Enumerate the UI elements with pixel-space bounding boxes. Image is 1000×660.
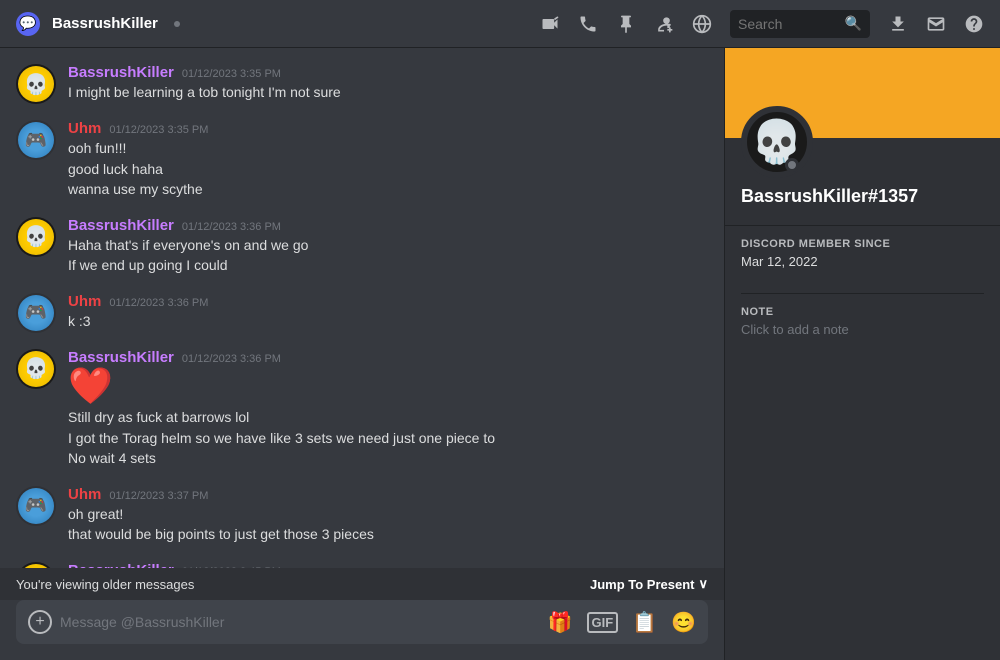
message-timestamp: 01/12/2023 3:37 PM bbox=[109, 490, 208, 502]
gift-icon[interactable]: 🎁 bbox=[548, 610, 573, 635]
pin-icon[interactable] bbox=[616, 14, 636, 34]
message-input[interactable] bbox=[60, 614, 540, 630]
dm-settings-icon[interactable] bbox=[692, 14, 712, 34]
message-header: BassrushKiller 01/12/2023 3:36 PM bbox=[68, 349, 708, 366]
search-bar[interactable]: 🔍 bbox=[730, 10, 870, 38]
avatar: 💀 bbox=[16, 217, 56, 257]
profile-status-dot bbox=[785, 158, 799, 172]
search-input[interactable] bbox=[738, 16, 837, 32]
chevron-down-icon: ∨ bbox=[698, 576, 708, 592]
member-since-label: DISCORD MEMBER SINCE bbox=[741, 238, 984, 250]
messages-list: 💀 BassrushKiller 01/12/2023 3:35 PM I mi… bbox=[0, 48, 724, 568]
older-messages-bar: You're viewing older messages Jump To Pr… bbox=[0, 568, 724, 600]
profile-info: BassrushKiller#1357 bbox=[725, 178, 1000, 226]
main-content: 💀 BassrushKiller 01/12/2023 3:35 PM I mi… bbox=[0, 48, 1000, 660]
message-header: BassrushKiller 01/12/2023 3:35 PM bbox=[68, 64, 708, 81]
message-content: Uhm 01/12/2023 3:35 PM ooh fun!!! good l… bbox=[68, 120, 708, 201]
message-group: 💀 BassrushKiller 01/12/2023 3:36 PM Haha… bbox=[16, 217, 708, 277]
message-text: ❤️ Still dry as fuck at barrows lol I go… bbox=[68, 368, 708, 469]
message-text: oh great! that would be big points to ju… bbox=[68, 505, 708, 545]
add-member-icon[interactable] bbox=[654, 14, 674, 34]
chat-area: 💀 BassrushKiller 01/12/2023 3:35 PM I mi… bbox=[0, 48, 724, 660]
message-group: 🎮 Uhm 01/12/2023 3:35 PM ooh fun!!! good… bbox=[16, 120, 708, 201]
message-header: Uhm 01/12/2023 3:36 PM bbox=[68, 293, 708, 310]
message-text: I might be learning a tob tonight I'm no… bbox=[68, 83, 708, 103]
message-content: Uhm 01/12/2023 3:37 PM oh great! that wo… bbox=[68, 486, 708, 546]
message-timestamp: 01/12/2023 3:35 PM bbox=[109, 124, 208, 136]
message-author: Uhm bbox=[68, 120, 101, 137]
note-section: NOTE Click to add a note bbox=[725, 306, 1000, 337]
input-bar: + 🎁 GIF 📋 😊 bbox=[0, 600, 724, 660]
message-group: 💀 BassrushKiller 01/12/2023 3:35 PM I mi… bbox=[16, 64, 708, 104]
avatar: 💀 bbox=[16, 349, 56, 389]
channel-name: BassrushKiller bbox=[52, 15, 158, 32]
avatar: 🎮 bbox=[16, 486, 56, 526]
message-input-container: + 🎁 GIF 📋 😊 bbox=[16, 600, 708, 644]
call-icon[interactable] bbox=[578, 14, 598, 34]
message-timestamp: 01/12/2023 3:35 PM bbox=[182, 68, 281, 80]
message-content: Uhm 01/12/2023 3:36 PM k :3 bbox=[68, 293, 708, 333]
nitro-sticker-icon[interactable]: 📋 bbox=[632, 610, 657, 635]
header: 💬 BassrushKiller bbox=[0, 0, 1000, 48]
message-author: Uhm bbox=[68, 293, 101, 310]
message-author: BassrushKiller bbox=[68, 217, 174, 234]
message-text: Haha that's if everyone's on and we go I… bbox=[68, 236, 708, 276]
profile-username: BassrushKiller#1357 bbox=[741, 186, 984, 207]
message-timestamp: 01/12/2023 3:36 PM bbox=[109, 297, 208, 309]
message-header: BassrushKiller 01/12/2023 3:36 PM bbox=[68, 217, 708, 234]
avatar: 💀 bbox=[16, 562, 56, 568]
message-author: BassrushKiller bbox=[68, 64, 174, 81]
message-author: BassrushKiller bbox=[68, 349, 174, 366]
message-content: BassrushKiller 01/12/2023 3:36 PM ❤️ Sti… bbox=[68, 349, 708, 470]
message-content: BassrushKiller 01/12/2023 3:35 PM I migh… bbox=[68, 64, 708, 104]
jump-to-present-button[interactable]: Jump To Present ∨ bbox=[590, 576, 708, 592]
avatar: 🎮 bbox=[16, 293, 56, 333]
message-timestamp: 01/12/2023 3:36 PM bbox=[182, 221, 281, 233]
download-icon[interactable] bbox=[888, 14, 908, 34]
channel-avatar: 💬 bbox=[16, 12, 40, 36]
heart-emoji: ❤️ bbox=[68, 368, 708, 404]
message-header: Uhm 01/12/2023 3:37 PM bbox=[68, 486, 708, 503]
inbox-icon[interactable] bbox=[926, 14, 946, 34]
video-call-icon[interactable] bbox=[540, 14, 560, 34]
avatar: 💀 bbox=[16, 64, 56, 104]
help-icon[interactable] bbox=[964, 14, 984, 34]
message-content: BassrushKiller 01/12/2023 3:36 PM Haha t… bbox=[68, 217, 708, 277]
profile-avatar-section: 💀 bbox=[725, 106, 1000, 178]
profile-avatar: 💀 bbox=[741, 106, 813, 178]
message-text: k :3 bbox=[68, 312, 708, 332]
note-input[interactable]: Click to add a note bbox=[741, 322, 984, 337]
avatar: 🎮 bbox=[16, 120, 56, 160]
message-header: Uhm 01/12/2023 3:35 PM bbox=[68, 120, 708, 137]
older-messages-text: You're viewing older messages bbox=[16, 577, 194, 592]
message-timestamp: 01/12/2023 3:36 PM bbox=[182, 353, 281, 365]
search-icon: 🔍 bbox=[845, 15, 862, 32]
input-icons: 🎁 GIF 📋 😊 bbox=[548, 610, 696, 635]
add-content-button[interactable]: + bbox=[28, 610, 52, 634]
header-icons: 🔍 bbox=[540, 10, 984, 38]
profile-fields: DISCORD MEMBER SINCE Mar 12, 2022 bbox=[725, 226, 1000, 293]
message-group: 🎮 Uhm 01/12/2023 3:37 PM oh great! that … bbox=[16, 486, 708, 546]
gif-icon[interactable]: GIF bbox=[587, 612, 619, 633]
message-group: 🎮 Uhm 01/12/2023 3:36 PM k :3 bbox=[16, 293, 708, 333]
member-since-value: Mar 12, 2022 bbox=[741, 254, 984, 269]
message-group: 💀 BassrushKiller 01/12/2023 3:36 PM ❤️ S… bbox=[16, 349, 708, 470]
message-author: Uhm bbox=[68, 486, 101, 503]
right-panel: 💀 BassrushKiller#1357 DISCORD MEMBER SIN… bbox=[724, 48, 1000, 660]
header-dot-divider bbox=[174, 21, 180, 27]
note-label: NOTE bbox=[741, 306, 984, 318]
profile-divider bbox=[741, 293, 984, 294]
message-text: ooh fun!!! good luck haha wanna use my s… bbox=[68, 139, 708, 200]
emoji-icon[interactable]: 😊 bbox=[671, 610, 696, 635]
